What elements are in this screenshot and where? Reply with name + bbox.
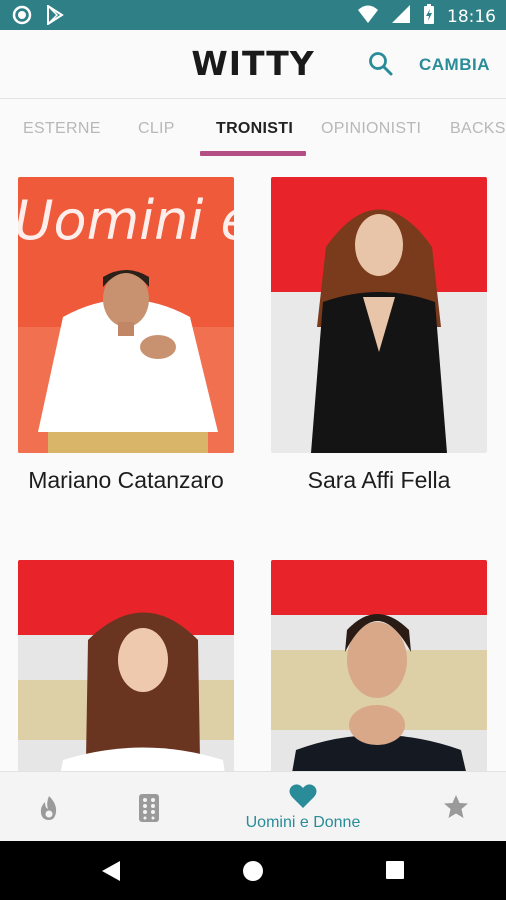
tab-bar: ESTERNE CLIP TRONISTI OPINIONISTI BACKST… [0, 99, 506, 159]
tab-backstage[interactable]: BACKSTAGE [450, 120, 506, 138]
nav-item-uomini-e-donne[interactable]: Uomini e Donne [230, 772, 376, 842]
battery-charging-icon [423, 3, 435, 30]
active-tab-indicator [200, 151, 306, 156]
person-name: Sara Affi Fella [307, 467, 451, 493]
play-store-icon [46, 4, 64, 30]
wifi-icon [357, 4, 379, 29]
nav-label-uomini-e-donne: Uomini e Donne [245, 814, 361, 831]
person-card[interactable]: Sara Affi Fella [271, 177, 487, 495]
change-button[interactable]: CAMBIA [419, 55, 490, 75]
person-photo [18, 560, 234, 771]
status-bar: 18:16 [0, 0, 506, 30]
person-card[interactable] [271, 560, 487, 771]
show-logo-text: Uomini e Donne [18, 189, 234, 252]
person-photo [271, 177, 487, 453]
tab-tronisti[interactable]: TRONISTI [216, 120, 293, 138]
remote-icon [137, 793, 161, 828]
nav-item-favorites[interactable] [406, 772, 506, 842]
system-nav-bar [0, 841, 506, 900]
tab-clip[interactable]: CLIP [138, 120, 175, 138]
nav-item-tv[interactable] [100, 772, 200, 842]
home-icon[interactable] [241, 859, 265, 888]
clock: 18:16 [447, 6, 496, 27]
nav-item-hot[interactable] [0, 772, 100, 842]
app-bar: WITTY CAMBIA [0, 30, 506, 98]
signal-icon [391, 4, 411, 29]
star-icon [443, 794, 469, 825]
bottom-nav: Uomini e Donne [0, 771, 506, 841]
person-card[interactable] [18, 560, 234, 771]
person-name: Mariano Catanzaro [28, 467, 224, 493]
person-photo [271, 560, 487, 771]
record-icon [12, 5, 32, 30]
flame-icon [37, 794, 61, 827]
heart-icon [289, 783, 317, 814]
person-photo: Uomini e Donne [18, 177, 234, 453]
person-card[interactable]: Uomini e Donne Mariano Catanzaro [18, 177, 234, 495]
recents-icon[interactable] [385, 860, 405, 885]
tronisti-grid: Uomini e Donne Mariano Catanzaro Sara [0, 159, 506, 771]
tab-esterne[interactable]: ESTERNE [23, 120, 101, 138]
tab-opinionisti[interactable]: OPINIONISTI [321, 120, 421, 138]
search-icon[interactable] [367, 50, 395, 78]
back-icon[interactable] [100, 859, 122, 888]
